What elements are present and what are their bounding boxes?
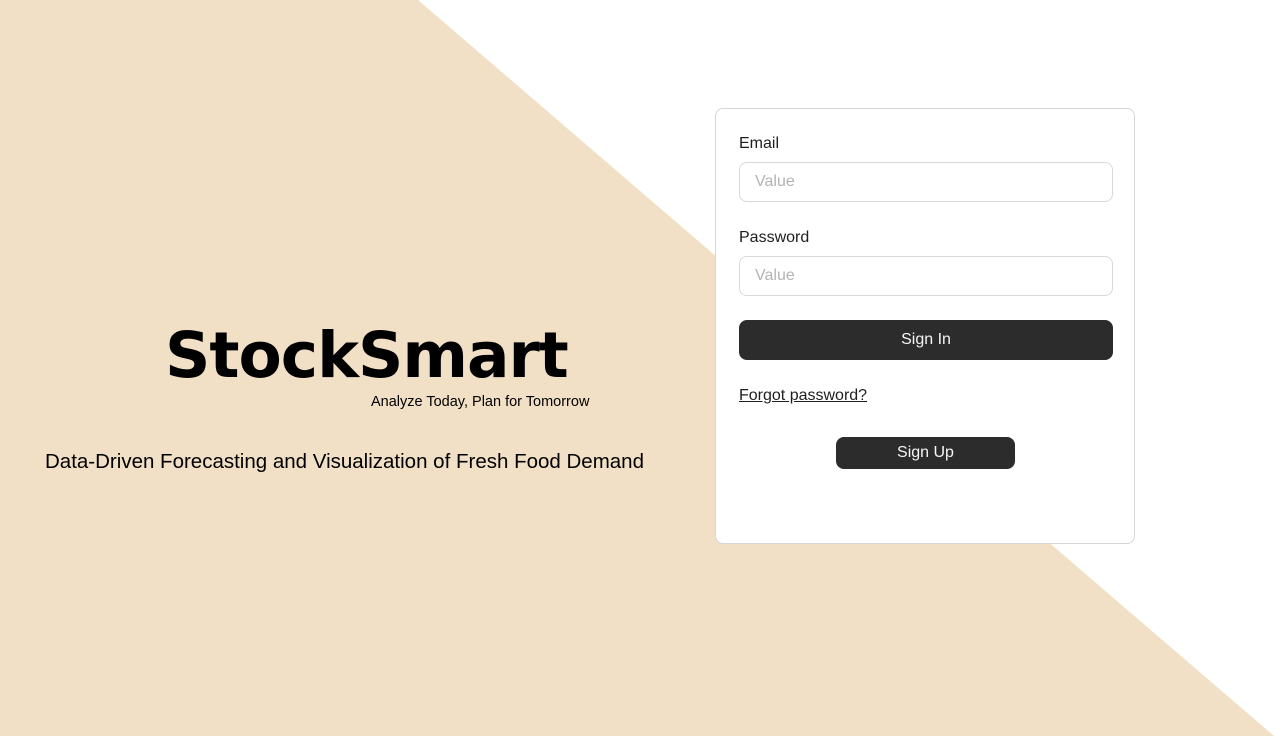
email-label: Email (739, 135, 780, 152)
password-label: Password (739, 229, 810, 246)
forgot-password-link[interactable]: Forgot password? (739, 386, 867, 406)
password-field[interactable] (739, 256, 1113, 296)
sign-in-button[interactable]: Sign In (739, 320, 1113, 360)
login-form: Email Password Sign In Forgot password? … (715, 108, 1135, 544)
sign-up-button[interactable]: Sign Up (836, 437, 1015, 469)
login-page: StockSmart Analyze Today, Plan for Tomor… (0, 0, 1274, 736)
email-field[interactable] (739, 162, 1113, 202)
